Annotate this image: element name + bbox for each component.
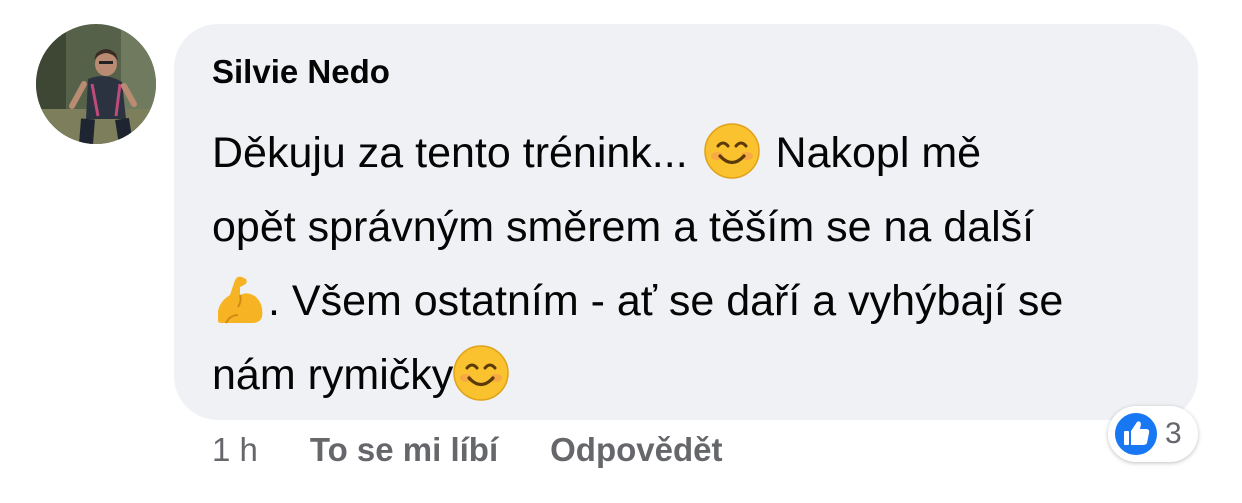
comment-actions: 1 h To se mi líbí Odpovědět — [212, 428, 775, 472]
like-icon — [1113, 411, 1159, 457]
reaction-count: 3 — [1165, 417, 1182, 450]
comment-line: nám rymičky — [212, 338, 1172, 412]
smiling-face-emoji — [703, 123, 760, 179]
comment-line: Děkuju za tento trénink... Nakopl mě — [212, 116, 1172, 190]
comment-text-segment: Děkuju za tento trénink... — [212, 129, 700, 177]
reaction-summary[interactable]: 3 — [1108, 406, 1198, 462]
comment-line: . Všem ostatním - ať se daří a vyhýbají … — [212, 264, 1172, 338]
reply-button[interactable]: Odpovědět — [550, 431, 722, 469]
author-avatar[interactable] — [36, 24, 156, 144]
like-button[interactable]: To se mi líbí — [310, 431, 498, 469]
comment-author[interactable]: Silvie Nedo — [212, 50, 390, 94]
comment-text-segment: Nakopl mě — [763, 129, 982, 177]
comment-text-segment: opět správným směrem a těším se na další — [212, 203, 1035, 251]
comment-text-segment: . Všem ostatním - ať se daří a vyhýbají … — [268, 277, 1064, 325]
comment-text: Děkuju za tento trénink... Nakopl mě opě… — [212, 116, 1172, 412]
smiling-face-emoji — [453, 345, 510, 401]
comment-timestamp[interactable]: 1 h — [212, 431, 258, 469]
flexed-biceps-emoji — [212, 271, 268, 327]
comment-line: opět správným směrem a těším se na další — [212, 190, 1172, 264]
comment-text-segment: nám rymičky — [212, 351, 454, 399]
